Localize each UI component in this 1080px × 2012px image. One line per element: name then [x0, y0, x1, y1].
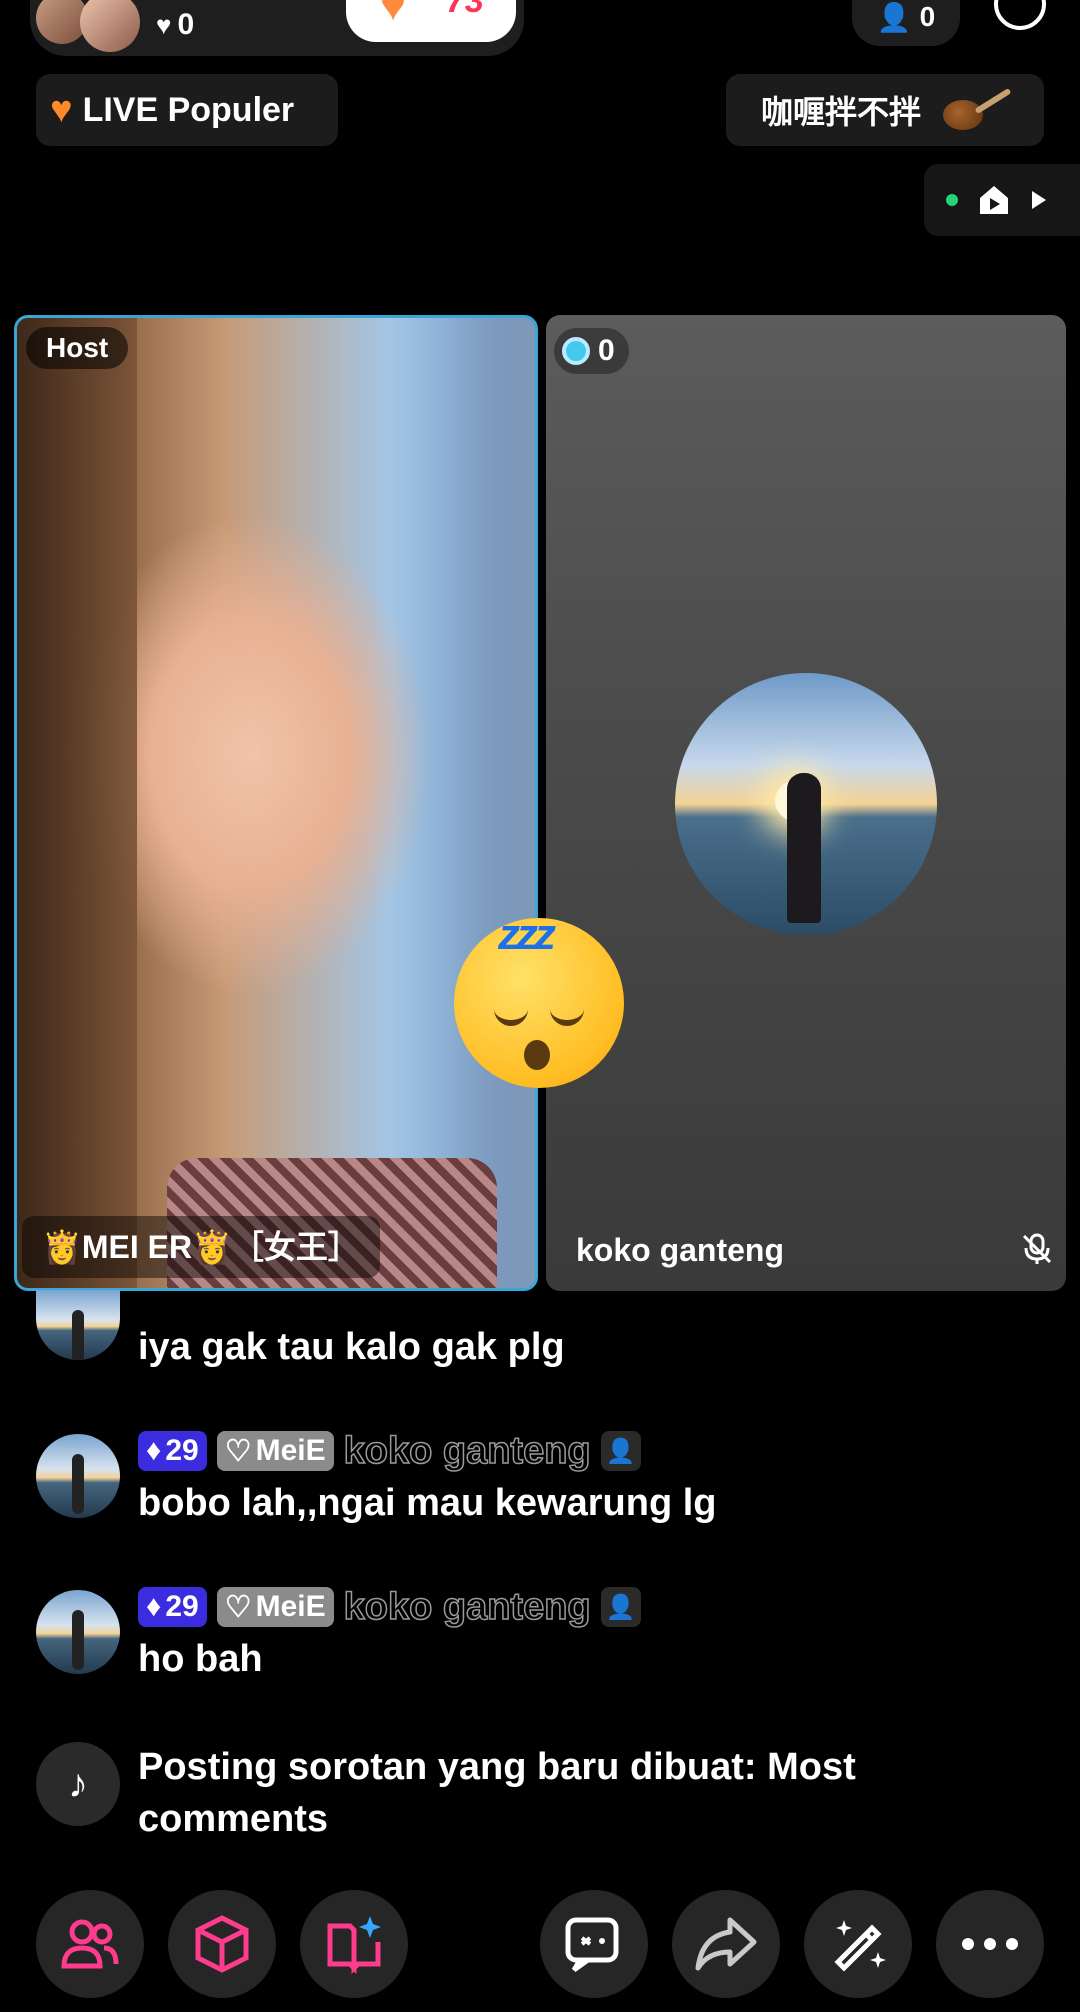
people-button[interactable] [36, 1890, 144, 1998]
fan-heart-icon: ♡ [224, 1434, 252, 1468]
follow-user-icon[interactable]: 👤 [600, 1431, 641, 1471]
chat-avatar[interactable] [36, 1434, 120, 1518]
system-message-line2: comments [138, 1798, 329, 1840]
more-button[interactable] [936, 1890, 1044, 1998]
fan-club-badge[interactable]: ♡ MeiE [216, 1587, 334, 1627]
share-button[interactable] [672, 1890, 780, 1998]
diamond-icon: ♦ [146, 1590, 162, 1623]
match-score: 73 [446, 0, 484, 20]
comment-icon [565, 1917, 619, 1973]
live-populer-tag[interactable]: ♥ LIVE Populer [36, 74, 338, 146]
comment-button[interactable] [540, 1890, 648, 1998]
follow-user-icon[interactable]: 👤 [600, 1587, 641, 1627]
likes-count: 0 [177, 8, 195, 41]
box-button[interactable] [168, 1890, 276, 1998]
more-icon [962, 1938, 1018, 1950]
chat-avatar[interactable] [36, 1590, 120, 1674]
fan-heart-icon: ♡ [224, 1590, 252, 1624]
zzz-icon: zzz [498, 910, 556, 959]
heart-icon: ♥ [156, 9, 172, 40]
chat-badges: ♦ 29 ♡ MeiE koko ganteng 👤 [138, 1429, 641, 1473]
mic-off-icon [1022, 1233, 1052, 1264]
live-populer-label: LIVE Populer [82, 90, 295, 129]
orange-heart-icon: ♥ [380, 0, 407, 30]
guest-avatar[interactable] [675, 673, 937, 935]
magic-wand-icon [834, 1920, 886, 1972]
effects-button[interactable] [804, 1890, 912, 1998]
mini-controls[interactable] [924, 164, 1080, 236]
spoon-icon [937, 87, 1012, 132]
viewer-count: 0 [919, 1, 936, 32]
likes-counter: ♥ 0 [156, 8, 194, 42]
chat-message: iya gak tau kalo gak plg [138, 1326, 565, 1368]
diamond-icon: ♦ [146, 1434, 162, 1467]
chat-badges: ♦ 29 ♡ MeiE koko ganteng 👤 [138, 1585, 641, 1629]
cube-icon [195, 1915, 249, 1973]
match-score-pill[interactable] [346, 0, 516, 42]
fan-club-badge[interactable]: ♡ MeiE [216, 1431, 334, 1471]
coin-icon [562, 337, 590, 365]
topic-label: 咖喱拌不拌 [760, 94, 921, 130]
close-button[interactable] [994, 0, 1046, 30]
guest-coin-count: 0 [598, 334, 615, 367]
level-badge[interactable]: ♦ 29 [138, 1431, 207, 1471]
book-sparkle-icon [327, 1916, 381, 1974]
status-dot [946, 194, 958, 206]
chat-username[interactable]: koko ganteng [343, 1585, 592, 1629]
host-tag: Host [26, 327, 129, 369]
share-icon [695, 1917, 757, 1971]
chat-avatar[interactable] [36, 1290, 120, 1360]
chat-message: bobo lah,,ngai mau kewarung lg [138, 1482, 717, 1524]
story-button[interactable] [300, 1890, 408, 1998]
play-arrow-icon[interactable] [1030, 189, 1048, 211]
topic-pill[interactable]: 咖喱拌不拌 [726, 74, 1044, 146]
orange-heart-icon: ♥ [50, 88, 73, 131]
host-name[interactable]: 👸MEI ER👸［女王］ [22, 1216, 380, 1278]
system-message-line1: Posting sorotan yang baru dibuat: Most [138, 1746, 856, 1788]
viewer-counter[interactable]: 👤 0 [852, 0, 960, 46]
guest-coin-counter[interactable]: 0 [554, 328, 629, 374]
home-play-icon[interactable] [976, 182, 1012, 218]
person-icon: 👤 [876, 1, 912, 33]
chat-username[interactable]: koko ganteng [343, 1429, 592, 1473]
people-icon [61, 1919, 119, 1969]
level-badge[interactable]: ♦ 29 [138, 1587, 207, 1627]
chat-message: ho bah [138, 1638, 263, 1680]
host-video-panel[interactable] [14, 315, 538, 1291]
tiktok-logo-icon: ♪ [36, 1742, 120, 1826]
guest-name[interactable]: koko ganteng [576, 1232, 784, 1269]
